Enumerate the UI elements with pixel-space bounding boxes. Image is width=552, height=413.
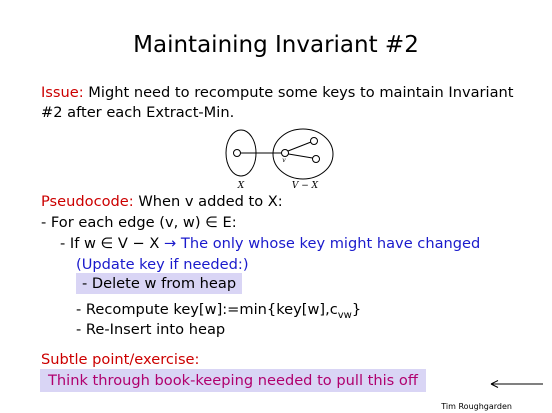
subtle-label: Subtle point/exercise: [41,351,200,368]
edge-v-w2 [288,153,313,159]
node-v [281,149,289,157]
node-in-x [233,149,241,157]
cut-diagram: v X V − X [225,128,334,191]
subtle-text: Think through book-keeping needed to pul… [40,369,426,392]
if-condition: - If w ∈ V − X [60,235,160,252]
issue-text: Might need to recompute some keys to mai… [83,84,514,101]
update-note: (Update key if needed:) [76,256,249,273]
edge-v-w1 [287,141,312,152]
if-line: - If w ∈ V − X → The only whose key migh… [60,235,480,252]
author-credit: Tim Roughgarden [441,402,512,411]
issue-label: Issue: [41,84,84,101]
recompute-subscript: vw [337,309,352,321]
node-v-label: v [282,157,286,164]
node-w2 [312,155,320,163]
delete-line: - Delete w from heap [76,273,243,294]
pseudocode-label: Pseudocode: [41,193,134,210]
arrow-left-icon [490,380,543,388]
if-note: → The only whose key might have changed [159,235,481,252]
recompute-text: - Recompute key[w]:=min{key[w],c [76,301,338,318]
pseudocode-text: When v added to X: [133,193,283,210]
issue-line-2: #2 after each Extract-Min. [41,104,235,121]
slide-title: Maintaining Invariant #2 [133,32,419,58]
recompute-line: - Recompute key[w]:=min{key[w],cvw} [76,301,361,321]
delete-text: Delete w from heap [91,275,237,292]
delete-highlight: - Delete w from heap [76,273,243,294]
subtle-line: Think through book-keeping needed to pul… [40,369,426,392]
node-w1 [310,137,318,145]
vx-label: V − X [292,181,319,191]
issue-line-1: Issue: Might need to recompute some keys… [41,84,514,101]
for-each-line: - For each edge (v, w) ∈ E: [41,214,237,231]
x-label: X [237,181,245,191]
recompute-end: } [351,301,362,318]
reinsert-line: - Re-Insert into heap [76,321,226,338]
pseudocode-line: Pseudocode: When v added to X: [41,193,283,210]
